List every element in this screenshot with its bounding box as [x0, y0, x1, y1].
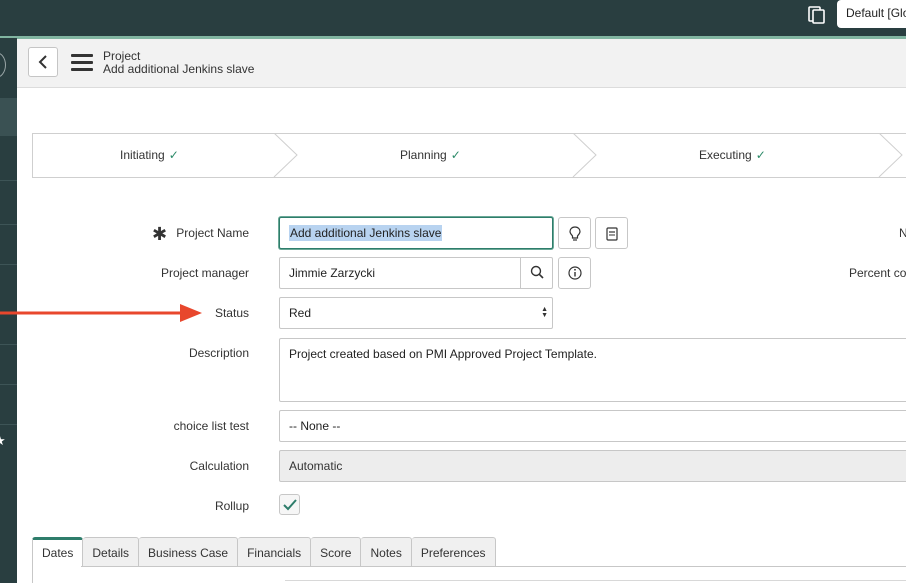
calculation-label: Calculation [189, 459, 249, 473]
choice-list-test-label: choice list test [173, 419, 249, 433]
check-icon: ✓ [450, 148, 461, 162]
document-stack-icon[interactable] [807, 4, 827, 24]
clipboard-icon [606, 227, 618, 241]
status-select[interactable]: Red ▲ ▼ [279, 297, 553, 329]
back-button[interactable] [28, 47, 58, 77]
required-indicator: ✱ [152, 224, 168, 244]
project-name-label: Project Name [176, 226, 249, 240]
choice-list-test-select[interactable]: -- None -- [279, 410, 906, 442]
application-scope-picker[interactable]: Default [Glo [837, 0, 906, 28]
status-label: Status [214, 306, 249, 320]
project-manager-label: Project manager [160, 266, 249, 280]
tab-score[interactable]: Score [311, 537, 362, 567]
template-button[interactable] [595, 217, 628, 249]
process-flow: Initiating ✓ Planning ✓ Executing ✓ [32, 133, 906, 178]
favorite-star-icon[interactable]: ★ [0, 433, 6, 449]
check-icon: ✓ [168, 148, 179, 162]
nav-divider [0, 264, 17, 265]
nav-divider [0, 424, 17, 425]
number-label: N [899, 226, 906, 240]
project-manager-info-button[interactable] [558, 257, 591, 289]
nav-highlight-band [0, 98, 17, 136]
nav-divider [0, 344, 17, 345]
project-manager-lookup-button[interactable] [520, 257, 553, 289]
flow-chevron [572, 134, 597, 177]
tab-dates[interactable]: Dates [32, 537, 84, 567]
flow-step-executing: Executing ✓ [699, 148, 766, 162]
chevron-left-icon [38, 55, 47, 69]
flow-step-initiating: Initiating ✓ [120, 148, 179, 162]
project-manager-input[interactable]: Jimmie Zarzycki [279, 257, 553, 289]
form-table-title: Project [103, 49, 141, 63]
check-icon: ✓ [755, 148, 766, 162]
tab-financials[interactable]: Financials [238, 537, 312, 567]
flow-step-planning: Planning ✓ [400, 148, 461, 162]
project-name-input[interactable]: Add additional Jenkins slave [279, 217, 553, 249]
annotation-arrow [0, 304, 202, 322]
form-header: Project Add additional Jenkins slave [17, 39, 906, 88]
nav-divider [0, 384, 17, 385]
context-menu-icon[interactable] [71, 54, 93, 72]
suggestion-button[interactable] [558, 217, 591, 249]
tab-panel-border [32, 566, 33, 583]
search-icon [530, 265, 544, 279]
form-record-title: Add additional Jenkins slave [103, 62, 255, 76]
tab-notes[interactable]: Notes [361, 537, 412, 567]
flow-chevron [878, 134, 903, 177]
tab-strip-baseline [81, 566, 906, 567]
tab-preferences[interactable]: Preferences [411, 537, 496, 567]
rollup-label: Rollup [214, 499, 249, 513]
lightbulb-icon [569, 226, 581, 241]
flow-chevron [273, 134, 298, 177]
nav-divider [0, 224, 17, 225]
description-textarea[interactable]: Project created based on PMI Approved Pr… [279, 338, 906, 402]
tab-panel-field-rule [285, 580, 906, 581]
percent-complete-label: Percent co [849, 266, 906, 280]
related-tabs: Dates Details Business Case Financials S… [32, 537, 496, 567]
description-label: Description [188, 346, 249, 360]
checkmark-icon [283, 499, 297, 511]
info-icon [568, 266, 582, 280]
select-arrows-icon: ▲ ▼ [541, 306, 548, 319]
tab-business-case[interactable]: Business Case [139, 537, 239, 567]
tab-details[interactable]: Details [83, 537, 140, 567]
nav-divider [0, 180, 17, 181]
top-banner: Default [Glo [0, 0, 906, 39]
nav-filter-icon[interactable] [0, 52, 6, 78]
calculation-readonly-field: Automatic [279, 450, 906, 482]
rollup-checkbox[interactable] [279, 494, 300, 515]
